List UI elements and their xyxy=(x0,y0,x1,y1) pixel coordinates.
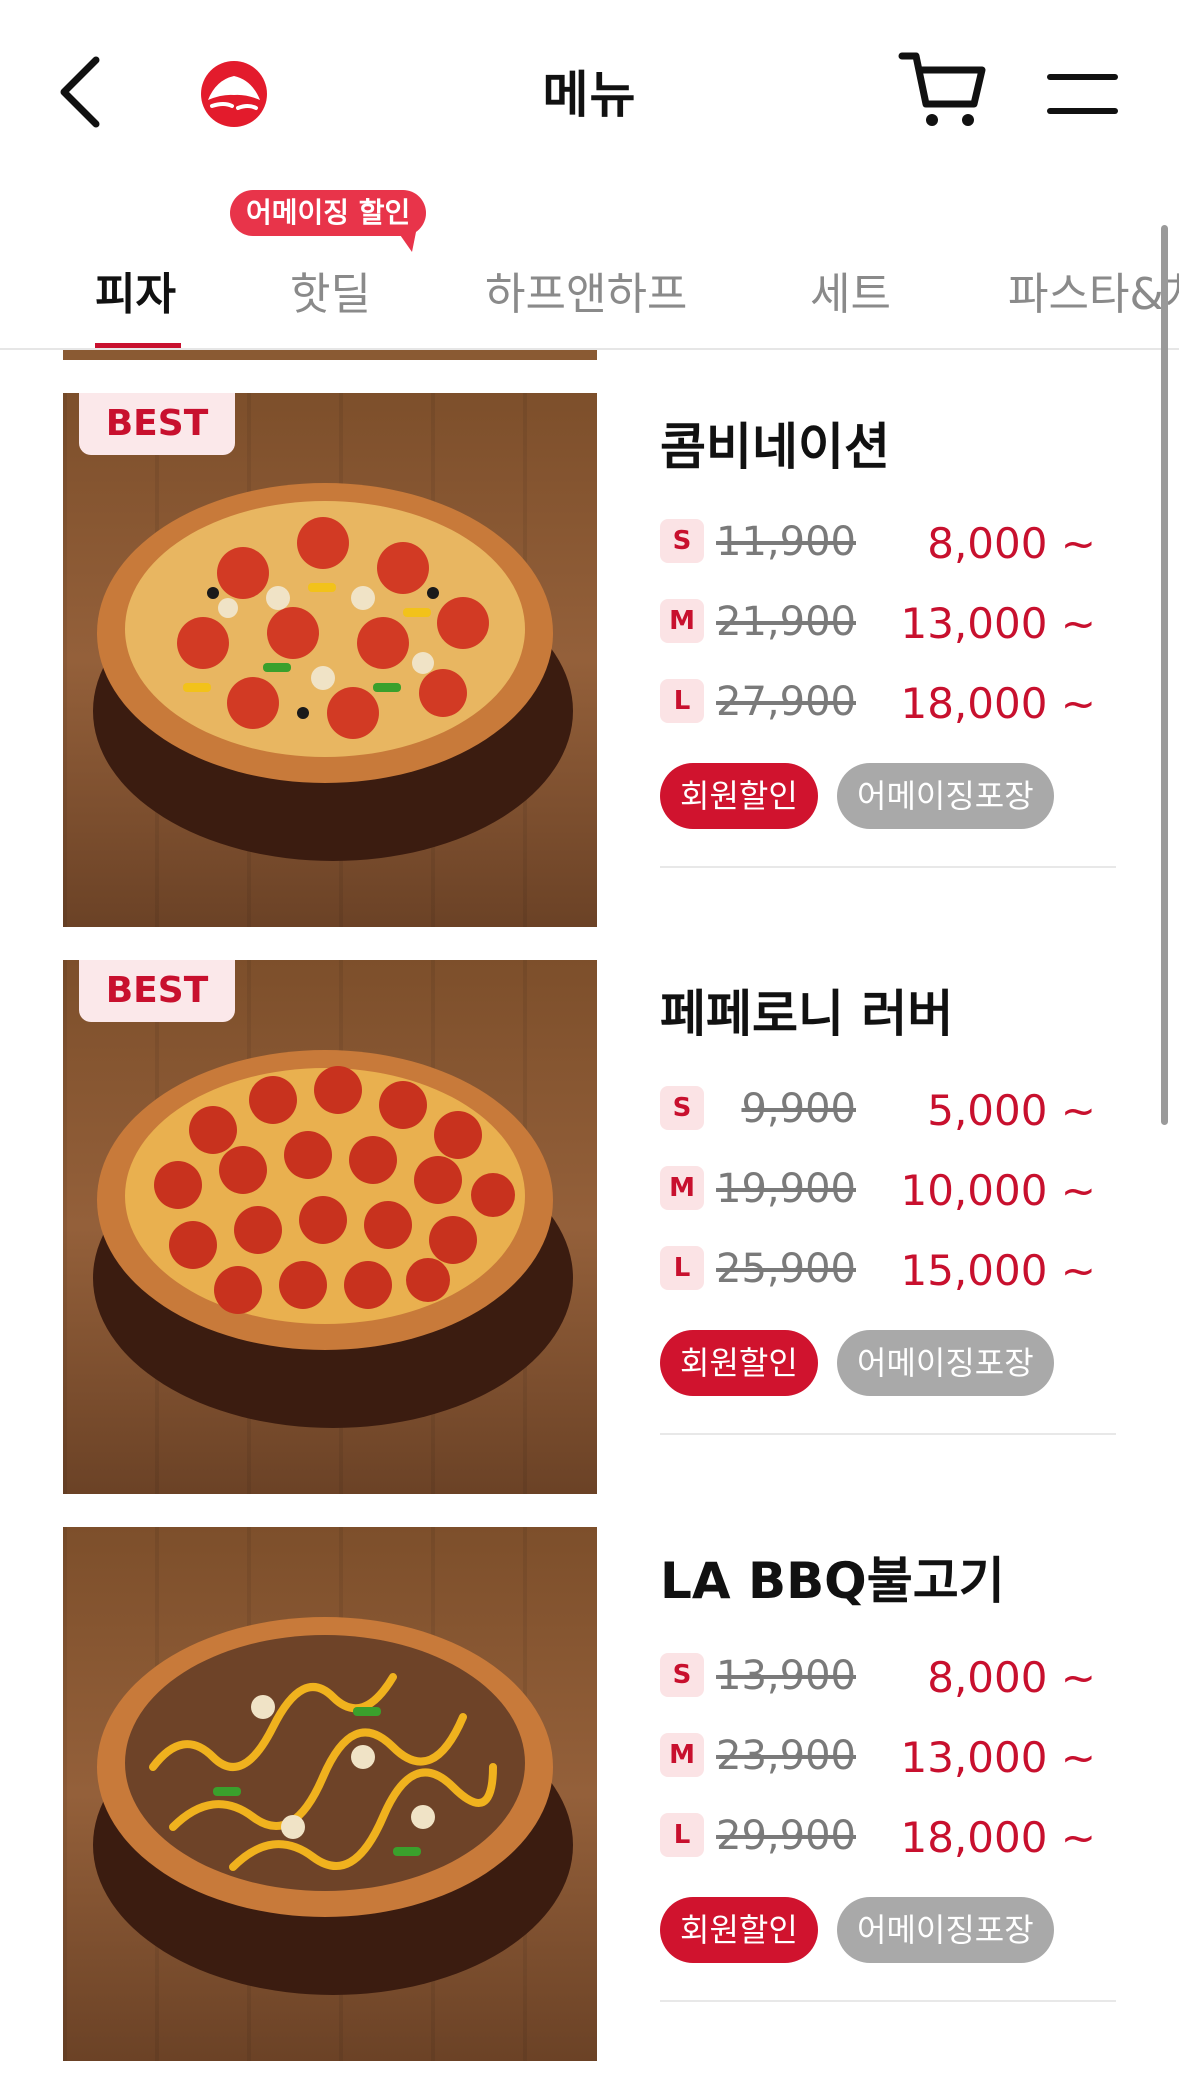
tab-set[interactable]: 세트 xyxy=(810,258,891,322)
pepperoni-pizza-image[interactable]: BEST xyxy=(63,960,597,1494)
previous-item-image-edge xyxy=(63,350,597,360)
product-name[interactable]: 페페로니 러버 xyxy=(660,974,953,1046)
product-card[interactable]: BEST 페페로니 러버 S 9,900 5,000 ~ M 19,900 10… xyxy=(0,960,1179,1500)
original-price: 11,900 xyxy=(716,519,856,565)
sale-price: 13,000 ~ xyxy=(900,599,1096,648)
size-label: S xyxy=(660,519,704,563)
original-price: 23,900 xyxy=(716,1733,856,1779)
sale-price: 18,000 ~ xyxy=(900,1813,1096,1862)
size-label: L xyxy=(660,1813,704,1857)
tab-half-and-half[interactable]: 하프앤하프 xyxy=(485,258,687,322)
promo-badge: 어메이징 할인 xyxy=(230,190,427,236)
pizza-illustration xyxy=(93,1050,573,1428)
product-info: 콤비네이션 S 11,900 8,000 ~ M 21,900 13,000 ~… xyxy=(660,393,1116,933)
original-price: 21,900 xyxy=(716,599,856,645)
hamburger-menu-button[interactable] xyxy=(1045,70,1120,120)
best-badge: BEST xyxy=(79,393,235,455)
divider xyxy=(660,2000,1116,2002)
size-label: S xyxy=(660,1086,704,1130)
sale-price: 5,000 ~ xyxy=(927,1086,1096,1135)
product-info: 페페로니 러버 S 9,900 5,000 ~ M 19,900 10,000 … xyxy=(660,960,1116,1500)
best-badge: BEST xyxy=(79,960,235,1022)
app-header: 메뉴 xyxy=(0,0,1179,180)
combination-pizza-image[interactable]: BEST xyxy=(63,393,597,927)
amazing-pack-tag: 어메이징포장 xyxy=(837,1897,1054,1963)
cart-icon xyxy=(898,52,986,126)
bbq-bulgogi-pizza-image[interactable] xyxy=(63,1527,597,2061)
size-label: L xyxy=(660,1246,704,1290)
sale-price: 10,000 ~ xyxy=(900,1166,1096,1215)
sale-price: 8,000 ~ xyxy=(927,1653,1096,1702)
divider xyxy=(660,866,1116,868)
member-discount-tag: 회원할인 xyxy=(660,1330,818,1396)
sale-price: 8,000 ~ xyxy=(927,519,1096,568)
product-info: LA BBQ불고기 S 13,900 8,000 ~ M 23,900 13,0… xyxy=(660,1527,1116,2067)
tab-pasta-chicken[interactable]: 파스타&치킨 xyxy=(1008,258,1179,322)
price-row-l: L 25,900 15,000 ~ xyxy=(660,1238,1116,1298)
size-label: M xyxy=(660,1733,704,1777)
scrollbar[interactable] xyxy=(1161,225,1168,1125)
original-price: 25,900 xyxy=(716,1246,856,1292)
price-row-s: S 11,900 8,000 ~ xyxy=(660,511,1116,571)
product-card[interactable]: LA BBQ불고기 S 13,900 8,000 ~ M 23,900 13,0… xyxy=(0,1527,1179,2067)
sale-price: 13,000 ~ xyxy=(900,1733,1096,1782)
divider xyxy=(660,1433,1116,1435)
product-card[interactable]: BEST 콤비네이션 S 11,900 8,000 ~ M 21,900 13,… xyxy=(0,393,1179,933)
promo-badge-tail xyxy=(398,232,416,252)
cart-button[interactable] xyxy=(898,50,988,132)
amazing-pack-tag: 어메이징포장 xyxy=(837,1330,1054,1396)
size-label: M xyxy=(660,599,704,643)
member-discount-tag: 회원할인 xyxy=(660,1897,818,1963)
active-tab-indicator xyxy=(95,343,181,348)
category-tabs: 피자 핫딜 하프앤하프 세트 파스타&치킨 xyxy=(0,180,1179,350)
hamburger-menu-icon xyxy=(1047,74,1118,114)
pizza-illustration xyxy=(93,1617,573,1995)
price-row-s: S 13,900 8,000 ~ xyxy=(660,1645,1116,1705)
sale-price: 15,000 ~ xyxy=(900,1246,1096,1295)
original-price: 13,900 xyxy=(716,1653,856,1699)
price-row-s: S 9,900 5,000 ~ xyxy=(660,1078,1116,1138)
price-row-m: M 21,900 13,000 ~ xyxy=(660,591,1116,651)
price-row-l: L 27,900 18,000 ~ xyxy=(660,671,1116,731)
price-row-l: L 29,900 18,000 ~ xyxy=(660,1805,1116,1865)
size-label: M xyxy=(660,1166,704,1210)
original-price: 27,900 xyxy=(716,679,856,725)
sale-price: 18,000 ~ xyxy=(900,679,1096,728)
original-price: 19,900 xyxy=(716,1166,856,1212)
amazing-pack-tag: 어메이징포장 xyxy=(837,763,1054,829)
pizza-illustration xyxy=(93,483,573,861)
product-name[interactable]: 콤비네이션 xyxy=(660,407,890,479)
member-discount-tag: 회원할인 xyxy=(660,763,818,829)
page-title: 메뉴 xyxy=(542,66,637,124)
size-label: L xyxy=(660,679,704,723)
size-label: S xyxy=(660,1653,704,1697)
original-price: 29,900 xyxy=(716,1813,856,1859)
price-row-m: M 19,900 10,000 ~ xyxy=(660,1158,1116,1218)
tab-pizza[interactable]: 피자 xyxy=(95,258,176,322)
original-price: 9,900 xyxy=(741,1086,856,1132)
price-row-m: M 23,900 13,000 ~ xyxy=(660,1725,1116,1785)
product-name[interactable]: LA BBQ불고기 xyxy=(660,1541,1005,1613)
tab-hot-deal[interactable]: 핫딜 xyxy=(290,258,371,322)
